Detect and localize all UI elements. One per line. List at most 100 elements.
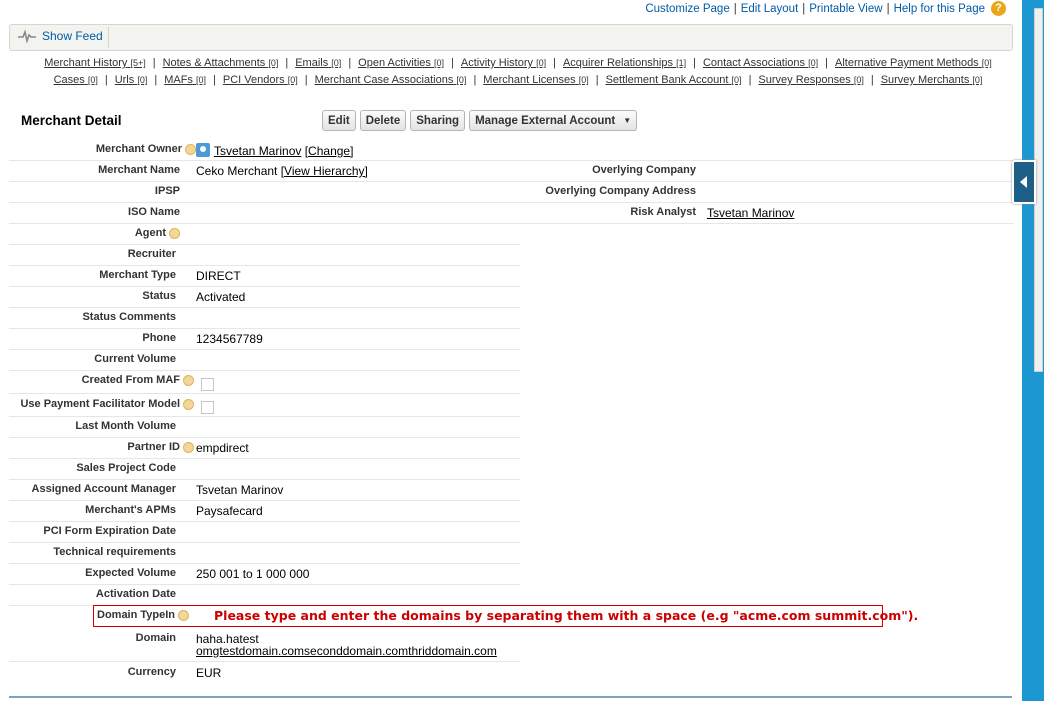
related-list-link[interactable]: Survey Merchants [0] <box>881 74 983 86</box>
related-list-label: Urls <box>114 74 135 86</box>
related-list-link[interactable]: PCI Vendors [0] <box>223 74 298 86</box>
info-icon[interactable] <box>183 374 194 386</box>
edit-button[interactable]: Edit <box>322 110 356 131</box>
delete-button[interactable]: Delete <box>359 110 407 131</box>
related-list-label: Open Activities <box>358 57 431 69</box>
field-row-merchant-type: Merchant Type DIRECT <box>9 265 520 287</box>
info-icon[interactable] <box>185 143 196 155</box>
separator: | <box>693 57 696 69</box>
field-row-created-from-maf: Created From MAF <box>9 370 520 394</box>
field-label: Merchant Type <box>99 269 176 281</box>
related-links-row-1: Merchant History [5+] | Notes & Attachment… <box>18 55 1018 72</box>
help-icon[interactable]: ? <box>991 1 1006 16</box>
related-list-link[interactable]: Notes & Attachments [0] <box>163 57 279 69</box>
related-list-link[interactable]: Merchant Case Associations [0] <box>315 74 467 86</box>
related-list-link[interactable]: Cases [0] <box>54 74 98 86</box>
field-row-technical-requirements: Technical requirements <box>9 542 520 564</box>
merchant-owner-link[interactable]: Tsvetan Marinov <box>214 144 301 158</box>
edit-layout-link[interactable]: Edit Layout <box>741 3 799 15</box>
related-list-label: Merchant History <box>44 57 128 69</box>
related-list-link[interactable]: Survey Responses [0] <box>758 74 863 86</box>
field-label: IPSP <box>154 185 180 197</box>
related-list-link[interactable]: Emails [0] <box>295 57 341 69</box>
related-list-link[interactable]: Open Activities [0] <box>358 57 444 69</box>
feed-divider <box>108 27 109 48</box>
field-label: Activation Date <box>95 588 176 600</box>
info-icon[interactable] <box>183 398 194 410</box>
show-feed-label: Show Feed <box>42 29 103 43</box>
customize-page-link[interactable]: Customize Page <box>645 3 729 15</box>
field-label: Last Month Volume <box>75 420 176 432</box>
field-label: Phone <box>142 332 176 344</box>
field-value: Activated <box>196 290 246 304</box>
sharing-button[interactable]: Sharing <box>410 110 466 131</box>
help-link[interactable]: Help for this Page <box>894 3 985 15</box>
risk-analyst-link[interactable]: Tsvetan Marinov <box>707 206 794 220</box>
top-links: Customize Page | Edit Layout | Printable… <box>645 1 1006 16</box>
field-value: 250 001 to 1 000 000 <box>196 567 310 581</box>
field-row-use-payment-facilitator-model: Use Payment Facilitator Model <box>9 394 520 417</box>
field-row-activation-date: Activation Date <box>9 584 520 606</box>
separator: | <box>473 74 477 86</box>
related-list-label: Acquirer Relationships <box>562 57 673 69</box>
field-label: Status Comments <box>82 311 176 323</box>
related-list-link[interactable]: Urls [0] <box>115 74 148 86</box>
related-list-count: [0] <box>195 75 206 85</box>
show-feed-button[interactable]: Show Feed <box>18 29 103 43</box>
related-list-count: [0] <box>434 58 445 68</box>
field-value: Paysafecard <box>196 504 263 518</box>
related-list-link[interactable]: Acquirer Relationships [1] <box>563 57 686 69</box>
field-row-sales-project-code: Sales Project Code <box>9 458 520 480</box>
info-icon[interactable] <box>183 441 194 453</box>
related-list-label: Merchant Case Associations <box>314 74 454 86</box>
field-label: Created From MAF <box>82 374 194 386</box>
field-label: Partner ID <box>127 441 194 453</box>
section-title: Merchant Detail <box>21 113 122 128</box>
related-list-link[interactable]: Alternative Payment Methods [0] <box>835 57 992 69</box>
related-list-link[interactable]: Contact Associations [0] <box>703 57 818 69</box>
related-list-count: [5+] <box>130 58 146 68</box>
field-value: EUR <box>196 666 222 680</box>
change-owner-link[interactable]: [Change] <box>305 144 354 158</box>
related-list-link[interactable]: Merchant Licenses [0] <box>483 74 588 86</box>
field-label: Use Payment Facilitator Model <box>20 398 194 410</box>
field-row-expected-volume: Expected Volume 250 001 to 1 000 000 <box>9 563 520 585</box>
related-list-count: [0] <box>972 75 983 85</box>
info-icon[interactable] <box>169 227 180 239</box>
related-list-count: [0] <box>853 75 864 85</box>
separator: | <box>595 74 599 86</box>
field-row-currency: Currency EUR <box>9 662 520 683</box>
field-row-phone: Phone 1234567789 <box>9 328 520 350</box>
field-row-domain: Domain haha.hatest omgtestdomain.comseco… <box>9 628 520 662</box>
sidebar-toggle-icon[interactable] <box>1012 160 1036 204</box>
domain-link[interactable]: omgtestdomain.comseconddomain.comthriddo… <box>196 644 497 658</box>
separator: | <box>285 57 289 69</box>
related-list-count: [0] <box>808 58 819 68</box>
info-icon[interactable] <box>178 609 190 621</box>
related-list-count: [0] <box>981 58 992 68</box>
related-list-link[interactable]: Merchant History [5+] <box>44 57 145 69</box>
separator: | <box>825 57 828 69</box>
related-list-count: [0] <box>536 58 547 68</box>
field-row-agent: Agent <box>9 223 520 245</box>
related-list-count: [0] <box>578 75 589 85</box>
view-hierarchy-link[interactable]: [View Hierarchy] <box>281 164 368 178</box>
separator: | <box>553 57 556 69</box>
manage-external-account-button[interactable]: Manage External Account ▼ <box>469 110 638 131</box>
field-row-ipsp: IPSP Overlying Company Address <box>9 181 1014 203</box>
separator: | <box>870 74 874 86</box>
related-list-label: Activity History <box>460 57 533 69</box>
field-label: PCI Form Expiration Date <box>43 525 176 537</box>
field-label: Domain TypeIn <box>97 609 190 621</box>
field-label: Overlying Company Address <box>545 185 696 197</box>
related-list-count: [0] <box>456 75 467 85</box>
related-list-count: [0] <box>137 75 148 85</box>
related-list-label: Emails <box>295 57 329 69</box>
related-list-label: Survey Merchants <box>880 74 970 86</box>
related-list-link[interactable]: Settlement Bank Account [0] <box>606 74 742 86</box>
printable-view-link[interactable]: Printable View <box>809 3 882 15</box>
related-list-link[interactable]: MAFs [0] <box>164 74 206 86</box>
related-list-link[interactable]: Activity History [0] <box>461 57 546 69</box>
field-label: Current Volume <box>94 353 176 365</box>
field-row-merchant-name: Merchant Name Ceko Merchant [View Hierar… <box>9 160 1014 182</box>
